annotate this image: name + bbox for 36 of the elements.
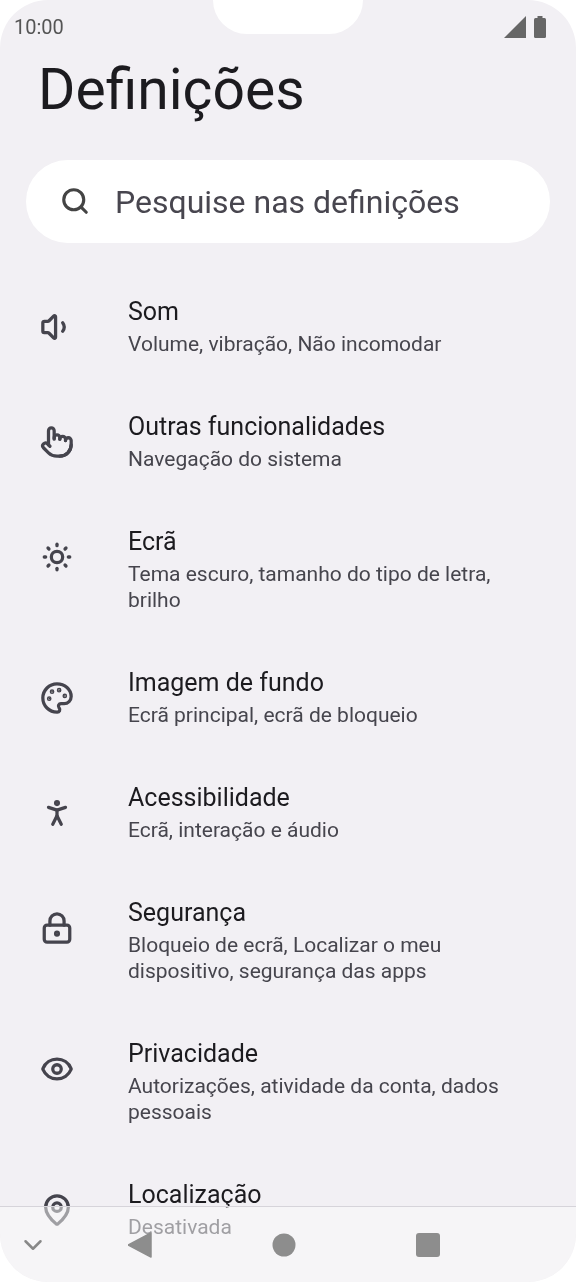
item-subtitle: Bloqueio de ecrã, Localizar o meu dispositivo, segurança das apps — [128, 932, 443, 984]
home-button[interactable] — [272, 1232, 296, 1257]
item-subtitle: Tema escuro, tamanho do tipo de letra, brilho — [128, 561, 492, 613]
settings-item[interactable]: Ecrã Tema escuro, tamanho do tipo de letra, brilho — [0, 499, 576, 640]
item-title: Som — [128, 296, 181, 328]
item-title: Imagem de fundo — [128, 667, 325, 699]
battery-icon — [534, 16, 546, 38]
settings-item[interactable]: Som Volume, vibração, Não incomodar — [0, 269, 576, 384]
lock-icon — [40, 911, 74, 945]
item-subtitle: Volume, vibração, Não incomodar — [128, 331, 443, 357]
settings-item[interactable]: Acessibilidade Ecrã, interação e áudio — [0, 755, 576, 870]
item-subtitle: Ecrã, interação e áudio — [128, 817, 340, 843]
item-title: Acessibilidade — [128, 782, 291, 814]
settings-item[interactable]: Imagem de fundo Ecrã principal, ecrã de bloqueio — [0, 640, 576, 755]
hand-pointer-icon — [40, 425, 74, 459]
signal-icon — [504, 16, 526, 38]
item-subtitle: Navegação do sistema — [128, 446, 343, 472]
item-title: Segurança — [128, 897, 247, 929]
status-time: 10:00 — [14, 14, 64, 41]
item-subtitle: Autorizações, atividade da conta, dados pessoais — [128, 1073, 500, 1125]
palette-icon — [40, 681, 74, 715]
settings-item[interactable]: Privacidade Autorizações, atividade da conta, dados pessoais — [0, 1011, 576, 1152]
settings-item[interactable]: Outras funcionalidades Navegação do sistema — [0, 384, 576, 499]
page-title: Definições — [38, 55, 306, 125]
item-title: Privacidade — [128, 1038, 260, 1070]
settings-item[interactable]: Segurança Bloqueio de ecrã, Localizar o meu dispositivo, segurança das apps — [0, 870, 576, 1011]
item-title: Localização — [128, 1179, 263, 1211]
search-field[interactable]: Pesquise nas definições — [26, 160, 550, 243]
item-subtitle: Desativada — [128, 1214, 233, 1240]
search-icon — [60, 186, 90, 216]
item-subtitle: Ecrã principal, ecrã de bloqueio — [128, 702, 419, 728]
item-title: Ecrã — [128, 526, 178, 558]
sun-icon — [40, 540, 74, 574]
item-title: Outras funcionalidades — [128, 411, 387, 443]
recents-button[interactable] — [416, 1232, 440, 1257]
settings-item[interactable]: Localização Desativada — [0, 1152, 576, 1267]
